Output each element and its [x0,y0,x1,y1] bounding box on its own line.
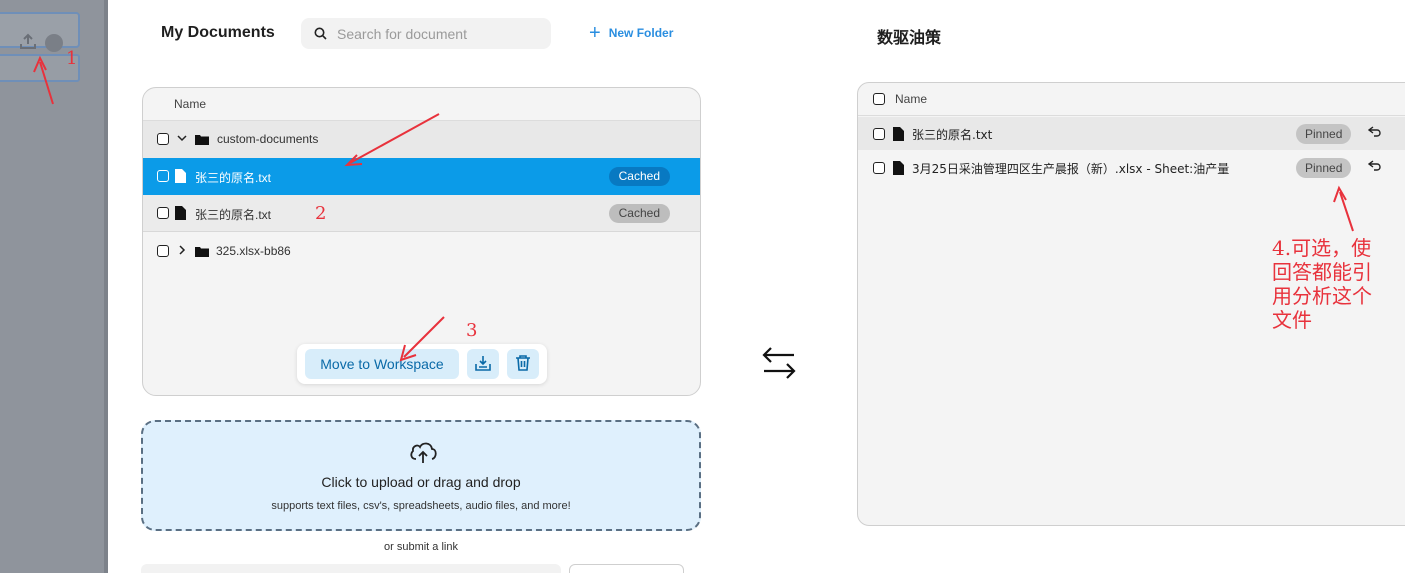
delete-button[interactable] [507,349,539,379]
annotation-4-line: 用分析这个 [1272,284,1372,308]
file-label: 张三的原名.txt [195,208,272,222]
sidebar-edge [104,0,108,573]
page-title: My Documents [161,24,275,41]
annotation-1: 1 [66,48,78,69]
upload-subtitle: supports text files, csv's, spreadsheets… [271,500,571,512]
workspace-file-row[interactable]: 3月25日采油管理四区生产晨报（新）.xlsx - Sheet:油产量 Pinn… [858,151,1405,184]
upload-title: Click to upload or drag and drop [321,474,521,490]
folder-icon [195,135,209,145]
cloud-upload-icon [410,442,437,463]
workspace-file-row[interactable]: 张三的原名.txt Pinned [858,117,1405,150]
swap-arrows-icon [762,347,796,379]
column-name: Name [174,97,207,111]
workspace-sidebar-overlay [0,0,108,573]
folder-row-custom-documents[interactable]: custom-documents [143,121,700,158]
pinned-badge[interactable]: Pinned [1296,158,1352,178]
new-folder-button[interactable]: + New Folder [589,22,674,44]
annotation-2: 2 [315,203,327,224]
annotation-4-line: 4.可选，使 [1272,236,1372,260]
undo-icon[interactable] [1368,126,1382,138]
file-icon [893,127,904,141]
upload-icon[interactable] [18,32,38,52]
annotation-4-line: 回答都能引 [1272,260,1372,284]
cached-badge: Cached [608,167,670,186]
undo-icon[interactable] [1368,160,1382,172]
file-label: 张三的原名.txt [912,128,993,142]
documents-panel: Name custom-documents 张三的原名.txt Cached 张… [142,87,701,396]
annotation-3: 3 [466,320,478,341]
row-checkbox[interactable] [157,207,169,219]
row-checkbox[interactable] [873,162,885,174]
link-input[interactable] [141,564,561,573]
file-icon [175,206,186,220]
search-icon [314,27,327,40]
new-folder-label: New Folder [608,26,674,40]
column-name: Name [895,92,928,106]
file-label: 3月25日采油管理四区生产晨报（新）.xlsx - Sheet:油产量 [912,162,1230,176]
upload-dropzone[interactable]: Click to upload or drag and drop support… [141,420,701,531]
file-icon [175,169,186,183]
gear-icon[interactable] [45,34,63,52]
row-checkbox[interactable] [873,128,885,140]
trash-icon [516,354,530,371]
folder-icon [195,247,209,257]
row-checkbox[interactable] [157,245,169,257]
cached-badge: Cached [608,204,670,223]
annotation-4-line: 文件 [1272,308,1312,332]
file-label: 张三的原名.txt [195,171,272,185]
file-row[interactable]: 张三的原名.txt Cached [143,195,700,232]
workspace-title: 数驱油策 [877,28,942,47]
documents-table-header: Name [143,88,700,121]
workspace-item[interactable] [0,12,80,52]
workspace-table-header: Name [858,83,1405,116]
file-row-selected[interactable]: 张三的原名.txt Cached [143,158,700,195]
embed-icon [475,355,491,371]
folder-label: custom-documents [217,132,319,146]
annotation-4: 4.可选，使 回答都能引 用分析这个 文件 [1272,236,1372,332]
move-to-workspace-button[interactable]: Move to Workspace [305,349,459,379]
submit-link-label: or submit a link [384,541,458,553]
selection-action-bar: Move to Workspace [297,344,547,384]
pinned-badge[interactable]: Pinned [1296,124,1352,144]
select-all-checkbox[interactable] [873,93,885,105]
plus-icon: + [589,22,601,44]
search-input[interactable] [337,23,537,45]
search-box[interactable] [301,18,551,49]
fetch-link-button[interactable] [569,564,684,573]
folder-label: 325.xlsx-bb86 [216,244,291,258]
embed-button[interactable] [467,349,499,379]
chevron-right-icon[interactable] [176,244,188,256]
folder-row-325[interactable]: 325.xlsx-bb86 [143,233,700,270]
file-icon [893,161,904,175]
row-checkbox[interactable] [157,133,169,145]
chevron-down-icon[interactable] [176,132,188,144]
row-checkbox[interactable] [157,170,169,182]
